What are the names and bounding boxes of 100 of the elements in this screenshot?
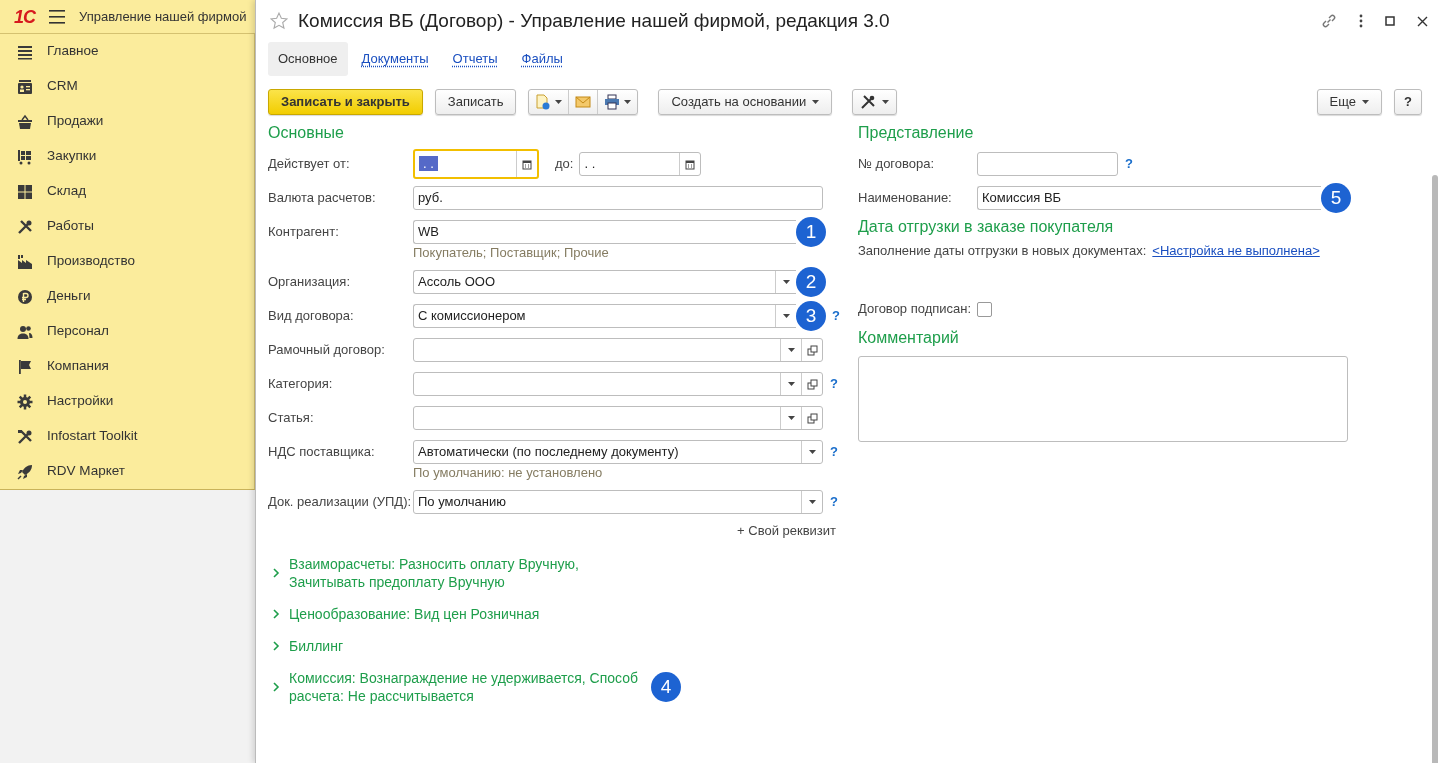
sidebar-item[interactable]: Продажи	[0, 104, 254, 139]
callout-badge: 2	[796, 267, 826, 297]
sidebar-item[interactable]: Деньги	[0, 279, 254, 314]
sidebar-item[interactable]: Персонал	[0, 314, 254, 349]
dropdown-field[interactable]	[413, 372, 823, 396]
text-field[interactable]: руб.	[413, 186, 823, 210]
tab[interactable]: Основное	[268, 42, 348, 76]
sidebar-item[interactable]: Infostart Toolkit	[0, 419, 254, 454]
tools-menu-button[interactable]	[852, 89, 898, 115]
tools-icon	[17, 218, 33, 235]
date-field[interactable]: . .	[413, 149, 539, 179]
field-label: Категория:	[268, 375, 334, 394]
caret-icon	[555, 100, 563, 104]
sidebar-item[interactable]: CRM	[0, 69, 254, 104]
field-label: до:	[555, 155, 574, 174]
help-link[interactable]: ?	[830, 374, 838, 394]
section-heading: Комментарий	[858, 328, 960, 348]
save-close-button[interactable]: Записать и закрыть	[268, 89, 423, 115]
factory-icon	[17, 253, 33, 270]
field-label: Наименование:	[858, 189, 953, 208]
dropdown-field[interactable]: С комиссионером	[413, 304, 796, 328]
help-link[interactable]: ?	[830, 442, 838, 462]
sidebar-item[interactable]: Главное	[0, 34, 254, 69]
menu-lines-icon	[17, 43, 33, 60]
checkbox[interactable]	[977, 301, 993, 317]
collapsible-group[interactable]: Взаиморасчеты: Разносить оплату Вручную, Зачитывать предоплату Вручную	[272, 554, 838, 591]
text-field[interactable]: WB	[413, 220, 796, 244]
tab[interactable]: Файлы	[511, 42, 573, 76]
sidebar-item[interactable]: Компания	[0, 349, 254, 384]
text-field[interactable]: Комиссия ВБ	[977, 186, 1321, 210]
cart-icon	[17, 148, 33, 165]
text-field[interactable]	[977, 152, 1118, 176]
dropdown-field[interactable]: По умолчанию	[413, 490, 823, 514]
toolbar-button[interactable]: Записать	[434, 89, 517, 115]
settings-link[interactable]: <Настройка не выполнена>	[1152, 243, 1320, 258]
sidebar-item[interactable]: Работы	[0, 209, 254, 244]
maximize-icon[interactable]	[1385, 16, 1395, 26]
field-label: НДС поставщика:	[268, 443, 376, 462]
callout-badge: 5	[1321, 183, 1351, 213]
callout-badge: 4	[651, 671, 681, 702]
envelope-icon	[575, 94, 592, 110]
field-label: Контрагент:	[268, 223, 340, 242]
section-heading: Дата отгрузки в заказе покупателя	[858, 217, 1115, 237]
dropdown-field[interactable]: Ассоль ООО	[413, 270, 796, 294]
logo: 1С	[14, 7, 35, 26]
app-title: Управление нашей фирмой	[79, 7, 247, 26]
tools-icon	[860, 94, 877, 110]
caret-icon	[624, 100, 632, 104]
printer-icon	[604, 94, 621, 110]
coin-icon	[17, 288, 33, 305]
field-hint: По умолчанию: не установлено	[413, 464, 604, 482]
flag-icon	[17, 358, 33, 375]
star-icon[interactable]	[270, 12, 288, 30]
collapsible-group[interactable]: Комиссия: Вознаграждение не удерживается, Способ расчета: Не рассчитывается 4	[272, 668, 838, 705]
field-label: Действует от:	[268, 155, 351, 174]
collapsible-group[interactable]: Ценообразование: Вид цен Розничная	[272, 604, 838, 623]
tab[interactable]: Документы	[351, 42, 439, 76]
open-icon	[806, 378, 818, 390]
dropdown-arrow-icon	[787, 382, 795, 386]
scrollbar[interactable]	[1432, 175, 1438, 763]
dropdown-field[interactable]: Автоматически (по последнему документу)	[413, 440, 823, 464]
date-field[interactable]: . .	[579, 152, 702, 176]
open-icon	[806, 412, 818, 424]
help-link[interactable]: ?	[832, 306, 840, 326]
help-link[interactable]: ?	[1125, 154, 1133, 174]
sidebar-item[interactable]: Склад	[0, 174, 254, 209]
dropdown-field[interactable]	[413, 338, 823, 362]
sidebar-item[interactable]: RDV Маркет	[0, 454, 254, 489]
section-heading: Представление	[858, 123, 975, 143]
field-label: Заполнение даты отгрузки в новых документах:	[858, 243, 1147, 258]
menu-icon[interactable]	[49, 8, 65, 25]
contact-card-icon	[17, 78, 33, 95]
help-button[interactable]: ?	[1394, 89, 1422, 115]
field-label: № договора:	[858, 155, 936, 174]
document-icon	[535, 94, 552, 110]
menu-button[interactable]: Создать на основании	[658, 89, 833, 115]
tab[interactable]: Отчеты	[442, 42, 508, 76]
link-icon[interactable]	[1321, 13, 1337, 29]
settings-icon	[17, 393, 33, 410]
field-label: Организация:	[268, 273, 352, 292]
calendar-icon	[522, 158, 532, 170]
dropdown-arrow-icon	[782, 314, 790, 318]
dropdown-arrow-icon	[787, 348, 795, 352]
sidebar-item[interactable]: Настройки	[0, 384, 254, 419]
sidebar-item[interactable]: Закупки	[0, 139, 254, 174]
section-heading: Основные	[268, 123, 345, 143]
dropdown-arrow-icon	[782, 280, 790, 284]
add-attribute-link[interactable]: + Свой реквизит	[737, 523, 836, 538]
more-icon[interactable]	[1359, 14, 1363, 28]
people-icon	[17, 323, 33, 340]
dropdown-arrow-icon	[808, 500, 816, 504]
field-label: Валюта расчетов:	[268, 189, 377, 208]
basket-icon	[17, 113, 33, 130]
help-link[interactable]: ?	[830, 492, 838, 512]
sidebar-item[interactable]: Производство	[0, 244, 254, 279]
callout-badge: 1	[796, 217, 826, 247]
comment-field[interactable]	[858, 356, 1348, 442]
close-icon[interactable]	[1417, 15, 1428, 27]
dropdown-field[interactable]	[413, 406, 823, 430]
menu-button[interactable]: Еще	[1316, 89, 1383, 115]
